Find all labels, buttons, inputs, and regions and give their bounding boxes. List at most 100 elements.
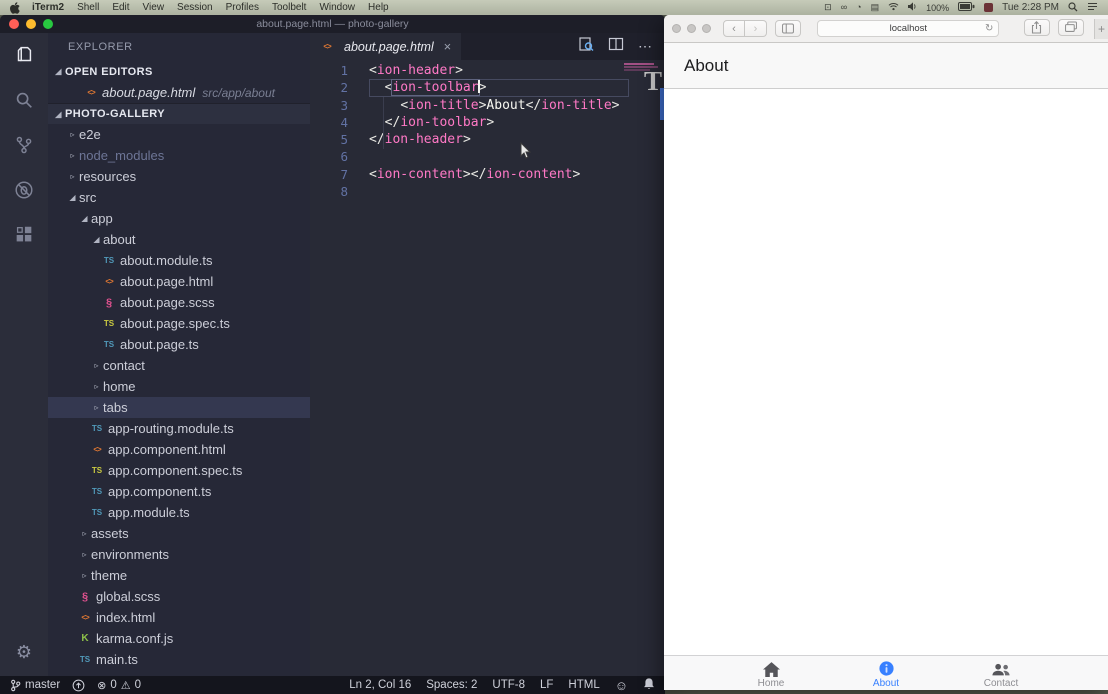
feedback-smiley-icon[interactable]: ☺ [615,678,628,693]
sidecar-icon[interactable]: ∞ [841,3,847,12]
input-source-icon[interactable] [984,3,993,12]
extensions-icon[interactable] [12,223,36,247]
forward-button[interactable]: › [745,20,767,37]
project-section-header[interactable]: ◢ PHOTO-GALLERY [48,103,310,124]
tree-item-about.page.ts[interactable]: TSabout.page.ts [48,334,310,355]
menu-view[interactable]: View [143,2,165,13]
tree-item-main.ts[interactable]: TSmain.ts [48,649,310,670]
menu-toolbelt[interactable]: Toolbelt [272,2,306,13]
notifications-bell-icon[interactable] [643,677,655,693]
cursor-position[interactable]: Ln 2, Col 16 [349,679,411,691]
close-window-button[interactable] [672,24,681,33]
eol-setting[interactable]: LF [540,679,553,691]
menu-window[interactable]: Window [319,2,355,13]
tree-item-about.module.ts[interactable]: TSabout.module.ts [48,250,310,271]
line-number: 8 [310,183,348,200]
code-editor[interactable]: 1<ion-header>2 <ion-toolbar>3 <ion-title… [310,60,665,676]
tree-item-app-routing.module.ts[interactable]: TSapp-routing.module.ts [48,418,310,439]
capture-icon[interactable]: ⊡ [824,3,832,12]
tree-item-global.scss[interactable]: §global.scss [48,586,310,607]
wifi-icon[interactable] [888,2,899,13]
code-line-8[interactable]: 8 [310,183,665,200]
tree-item-e2e[interactable]: ▹e2e [48,124,310,145]
menu-shell[interactable]: Shell [77,2,99,13]
ionic-tab-about[interactable]: About [831,656,941,690]
debug-disabled-icon[interactable] [12,178,36,202]
tree-item-home[interactable]: ▹home [48,376,310,397]
explorer-header: EXPLORER [48,33,310,61]
tree-item-tabs[interactable]: ▹tabs [48,397,310,418]
code-line-7[interactable]: 7<ion-content></ion-content> [310,166,665,183]
tab-overview-button[interactable] [1058,19,1084,36]
tree-item-about.page.html[interactable]: <>about.page.html [48,271,310,292]
menu-edit[interactable]: Edit [112,2,129,13]
tree-item-about.page.spec.ts[interactable]: TSabout.page.spec.ts [48,313,310,334]
open-preview-icon[interactable] [578,36,594,57]
tree-item-app[interactable]: ◢app [48,208,310,229]
menu-help[interactable]: Help [368,2,389,13]
airplay-icon[interactable]: ▤ [871,3,880,12]
tree-item-about[interactable]: ◢about [48,229,310,250]
settings-gear-icon[interactable]: ⚙ [12,640,36,664]
search-icon[interactable] [12,88,36,112]
new-tab-button[interactable]: + [1094,19,1108,39]
close-tab-icon[interactable]: × [444,39,452,54]
code-line-4[interactable]: 4 </ion-toolbar> [310,114,665,131]
tree-item-environments[interactable]: ▹environments [48,544,310,565]
zoom-window-button[interactable] [702,24,711,33]
volume-icon[interactable] [908,2,917,13]
open-editors-section[interactable]: ◢ OPEN EDITORS [48,61,310,82]
menu-profiles[interactable]: Profiles [226,2,259,13]
tab-about-page-html[interactable]: <> about.page.html × [310,33,461,60]
open-editor-item[interactable]: <> about.page.html src/app/about [48,82,310,103]
encoding-setting[interactable]: UTF-8 [492,679,525,691]
vscode-titlebar[interactable]: about.page.html — photo-gallery [0,15,665,33]
split-editor-icon[interactable] [608,36,624,57]
problems-indicator[interactable]: ⊗ 0 ⚠ 0 [97,679,141,692]
indentation-setting[interactable]: Spaces: 2 [426,679,477,691]
spotlight-icon[interactable] [1068,2,1078,14]
page-title: About [684,56,728,76]
explorer-icon[interactable] [12,43,36,67]
address-bar[interactable]: localhost ↻ [817,20,999,37]
code-line-5[interactable]: 5</ion-header> [310,131,665,148]
publish-changes-icon[interactable] [72,679,85,692]
tree-item-node_modules[interactable]: ▹node_modules [48,145,310,166]
language-mode[interactable]: HTML [568,679,599,691]
tree-item-app.component.html[interactable]: <>app.component.html [48,439,310,460]
more-actions-icon[interactable]: ⋯ [638,38,653,55]
ionic-tab-contact[interactable]: Contact [946,656,1056,690]
tree-item-karma.conf.js[interactable]: Kkarma.conf.js [48,628,310,649]
tree-item-contact[interactable]: ▹contact [48,355,310,376]
tree-item-about.page.scss[interactable]: §about.page.scss [48,292,310,313]
tree-item-src[interactable]: ◢src [48,187,310,208]
contacts-icon [991,661,1011,677]
menu-iterm2[interactable]: iTerm2 [32,2,64,13]
tree-item-theme[interactable]: ▹theme [48,565,310,586]
apple-menu-icon[interactable] [10,2,20,14]
tree-item-resources[interactable]: ▹resources [48,166,310,187]
code-text [369,183,629,200]
tree-item-assets[interactable]: ▹assets [48,523,310,544]
tree-item-index.html[interactable]: <>index.html [48,607,310,628]
share-button[interactable] [1024,19,1050,36]
tree-item-app.component.ts[interactable]: TSapp.component.ts [48,481,310,502]
chevron-expanded-icon: ◢ [66,193,79,202]
reload-icon[interactable]: ↻ [985,23,993,34]
code-line-2[interactable]: 2 <ion-toolbar> [310,79,665,96]
minimize-window-button[interactable] [687,24,696,33]
back-button[interactable]: ‹ [723,20,745,37]
code-line-3[interactable]: 3 <ion-title>About</ion-title> [310,97,665,114]
notification-center-icon[interactable] [1087,2,1098,13]
time-machine-icon[interactable]: ◔ [856,3,861,12]
tree-item-app.module.ts[interactable]: TSapp.module.ts [48,502,310,523]
tree-item-app.component.spec.ts[interactable]: TSapp.component.spec.ts [48,460,310,481]
code-line-6[interactable]: 6 [310,148,665,165]
git-branch-indicator[interactable]: master [10,679,60,692]
menubar-clock[interactable]: Tue 2:28 PM [1002,2,1059,13]
menu-session[interactable]: Session [177,2,213,13]
code-line-1[interactable]: 1<ion-header> [310,62,665,79]
sidebar-toggle-button[interactable] [775,20,801,37]
source-control-icon[interactable] [12,133,36,157]
ionic-tab-home[interactable]: Home [716,656,826,690]
